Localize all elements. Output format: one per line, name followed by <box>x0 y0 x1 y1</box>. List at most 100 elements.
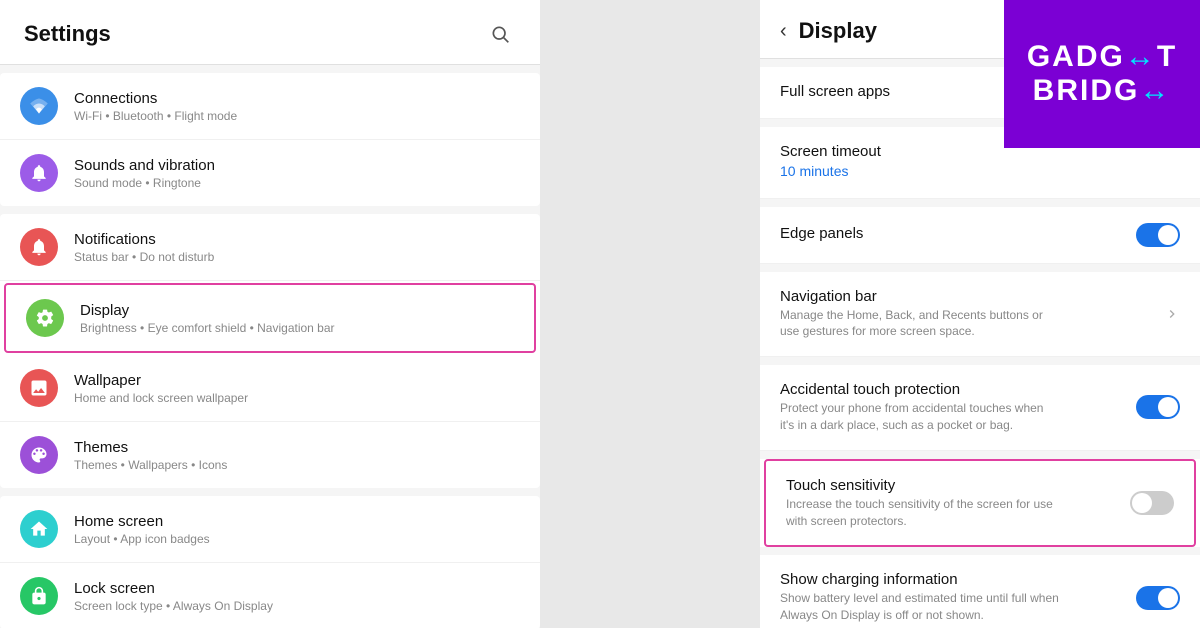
touchsensitivity-text: Touch sensitivity Increase the touch sen… <box>786 477 1130 530</box>
search-button[interactable] <box>484 18 516 50</box>
showcharging-subtitle: Show battery level and estimated time un… <box>780 590 1060 624</box>
settings-panel: Settings Connections Wi-Fi <box>0 0 540 628</box>
display-panel: GADG↔T BRIDG↔ ‹ Display Full screen apps… <box>760 0 1200 628</box>
home-icon <box>29 519 49 539</box>
touch-sensitivity-toggle[interactable] <box>1130 491 1174 515</box>
accidentaltouch-subtitle: Protect your phone from accidental touch… <box>780 400 1060 434</box>
sidebar-item-wallpaper[interactable]: Wallpaper Home and lock screen wallpaper <box>0 355 540 422</box>
navbar-arrow-icon <box>1164 306 1180 322</box>
display-title-left: Display <box>80 302 514 319</box>
homescreen-subtitle: Layout • App icon badges <box>74 532 520 546</box>
sidebar-item-connections[interactable]: Connections Wi-Fi • Bluetooth • Flight m… <box>0 73 540 140</box>
search-icon <box>490 24 510 44</box>
lockscreen-text: Lock screen Screen lock type • Always On… <box>74 580 520 613</box>
wallpaper-title: Wallpaper <box>74 372 520 389</box>
logo-content: GADG↔T BRIDG↔ <box>1027 40 1177 109</box>
sidebar-item-lockscreen[interactable]: Lock screen Screen lock type • Always On… <box>0 563 540 628</box>
image-icon <box>29 378 49 398</box>
touchsensitivity-subtitle: Increase the touch sensitivity of the sc… <box>786 496 1066 530</box>
sidebar-item-homescreen[interactable]: Home screen Layout • App icon badges <box>0 496 540 563</box>
display-text: Display Brightness • Eye comfort shield … <box>80 302 514 335</box>
settings-header: Settings <box>0 0 540 65</box>
touchsensitivity-title: Touch sensitivity <box>786 477 1130 494</box>
sidebar-item-sounds[interactable]: Sounds and vibration Sound mode • Ringto… <box>0 140 540 206</box>
sounds-icon <box>20 154 58 192</box>
display-group-6: Touch sensitivity Increase the touch sen… <box>760 459 1200 548</box>
sounds-subtitle: Sound mode • Ringtone <box>74 176 520 190</box>
screentimeout-text: Screen timeout 10 minutes <box>780 143 1180 182</box>
lockscreen-icon <box>20 577 58 615</box>
sounds-text: Sounds and vibration Sound mode • Ringto… <box>74 157 520 190</box>
display-group-4: Navigation bar Manage the Home, Back, an… <box>760 272 1200 358</box>
display-gear-icon <box>35 308 55 328</box>
logo-line2: BRIDG↔ <box>1027 74 1177 109</box>
wallpaper-text: Wallpaper Home and lock screen wallpaper <box>74 372 520 405</box>
accidental-touch-toggle[interactable] <box>1136 395 1180 419</box>
settings-group-2: Notifications Status bar • Do not distur… <box>0 214 540 488</box>
showcharging-title: Show charging information <box>780 571 1136 588</box>
connections-subtitle: Wi-Fi • Bluetooth • Flight mode <box>74 109 520 123</box>
logo-line1: GADG↔T <box>1027 40 1177 75</box>
edgepanels-text: Edge panels <box>780 225 1136 244</box>
display-item-touchsensitivity[interactable]: Touch sensitivity Increase the touch sen… <box>764 459 1196 548</box>
settings-list: Connections Wi-Fi • Bluetooth • Flight m… <box>0 65 540 628</box>
notifications-text: Notifications Status bar • Do not distur… <box>74 231 520 264</box>
lock-icon <box>29 586 49 606</box>
settings-group-1: Connections Wi-Fi • Bluetooth • Flight m… <box>0 73 540 206</box>
connections-title: Connections <box>74 90 520 107</box>
settings-group-3: Home screen Layout • App icon badges Loc… <box>0 496 540 628</box>
sidebar-item-themes[interactable]: Themes Themes • Wallpapers • Icons <box>0 422 540 488</box>
connections-text: Connections Wi-Fi • Bluetooth • Flight m… <box>74 90 520 123</box>
sounds-title: Sounds and vibration <box>74 157 520 174</box>
notifications-subtitle: Status bar • Do not disturb <box>74 250 520 264</box>
notifications-icon <box>20 228 58 266</box>
connections-icon <box>20 87 58 125</box>
center-spacer <box>540 0 760 628</box>
showcharging-text: Show charging information Show battery l… <box>780 571 1136 624</box>
edgepanels-title: Edge panels <box>780 225 1136 242</box>
accidentaltouch-text: Accidental touch protection Protect your… <box>780 381 1136 434</box>
accidentaltouch-title: Accidental touch protection <box>780 381 1136 398</box>
display-item-edgepanels[interactable]: Edge panels <box>760 207 1200 264</box>
themes-subtitle: Themes • Wallpapers • Icons <box>74 458 520 472</box>
notif-icon <box>29 237 49 257</box>
homescreen-icon <box>20 510 58 548</box>
navbartext: Navigation bar Manage the Home, Back, an… <box>780 288 1164 341</box>
display-item-showcharging[interactable]: Show charging information Show battery l… <box>760 555 1200 628</box>
toggle-thumb <box>1158 225 1178 245</box>
homescreen-text: Home screen Layout • App icon badges <box>74 513 520 546</box>
bell-icon <box>29 163 49 183</box>
edge-panels-toggle[interactable] <box>1136 223 1180 247</box>
gadget-bridge-logo: GADG↔T BRIDG↔ <box>1004 0 1200 148</box>
show-charging-toggle[interactable] <box>1136 586 1180 610</box>
toggle-thumb-4 <box>1158 588 1178 608</box>
themes-icon <box>20 436 58 474</box>
sidebar-item-notifications[interactable]: Notifications Status bar • Do not distur… <box>0 214 540 281</box>
display-item-accidentaltouch[interactable]: Accidental touch protection Protect your… <box>760 365 1200 451</box>
display-group-5: Accidental touch protection Protect your… <box>760 365 1200 451</box>
display-subtitle: Brightness • Eye comfort shield • Naviga… <box>80 321 514 335</box>
display-group-7: Show charging information Show battery l… <box>760 555 1200 628</box>
themes-title: Themes <box>74 439 520 456</box>
toggle-thumb-3 <box>1132 493 1152 513</box>
wallpaper-subtitle: Home and lock screen wallpaper <box>74 391 520 405</box>
display-group-3: Edge panels <box>760 207 1200 264</box>
display-icon <box>26 299 64 337</box>
navbar-title: Navigation bar <box>780 288 1164 305</box>
notifications-title: Notifications <box>74 231 520 248</box>
toggle-thumb-2 <box>1158 397 1178 417</box>
homescreen-title: Home screen <box>74 513 520 530</box>
palette-icon <box>29 445 49 465</box>
navbar-subtitle: Manage the Home, Back, and Recents butto… <box>780 307 1060 341</box>
back-button[interactable]: ‹ <box>780 20 787 43</box>
wallpaper-icon <box>20 369 58 407</box>
sidebar-item-display[interactable]: Display Brightness • Eye comfort shield … <box>4 283 536 353</box>
settings-title: Settings <box>24 21 111 47</box>
display-item-navbar[interactable]: Navigation bar Manage the Home, Back, an… <box>760 272 1200 358</box>
lockscreen-subtitle: Screen lock type • Always On Display <box>74 599 520 613</box>
display-page-title: Display <box>799 18 877 44</box>
screentimeout-value: 10 minutes <box>780 162 1060 182</box>
lockscreen-title: Lock screen <box>74 580 520 597</box>
wifi-icon <box>29 96 49 116</box>
themes-text: Themes Themes • Wallpapers • Icons <box>74 439 520 472</box>
